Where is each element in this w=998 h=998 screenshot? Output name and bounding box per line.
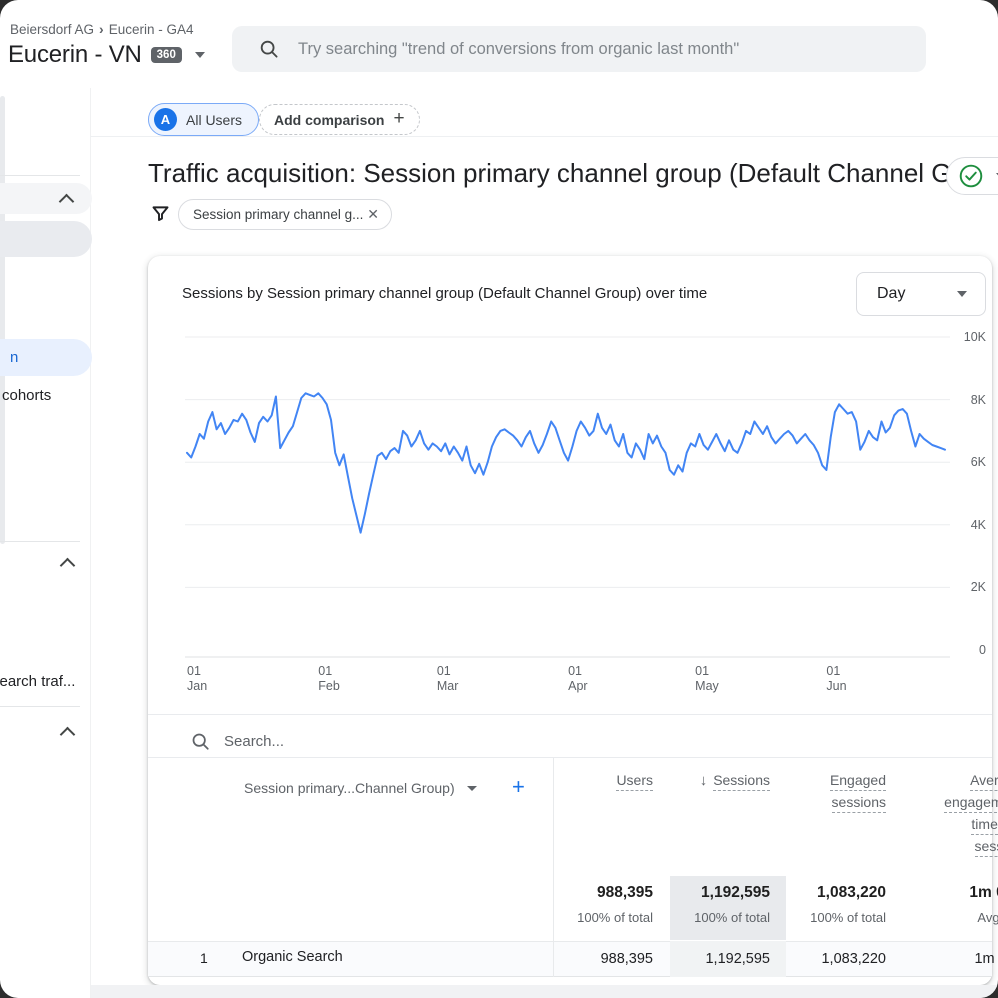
sessions-line-chart xyxy=(185,325,985,670)
close-icon[interactable]: ✕ xyxy=(367,206,379,223)
sidebar-section-divider xyxy=(0,541,80,542)
filter-icon xyxy=(150,203,171,229)
x-axis-tick: 01May xyxy=(695,664,719,694)
sessions-series-line xyxy=(187,393,945,532)
divider xyxy=(90,136,998,137)
x-axis-tick: 01Jan xyxy=(187,664,207,694)
page-title: Traffic acquisition: Session primary cha… xyxy=(148,158,998,189)
filter-chip-label: Session primary channel g... xyxy=(193,207,363,222)
sidebar-section-divider xyxy=(0,706,80,707)
y-axis-tick: 6K xyxy=(952,455,986,469)
column-users: Users 988,395 100% of total 988,395 xyxy=(533,758,653,977)
breadcrumb-account[interactable]: Beiersdorf AG xyxy=(10,22,94,37)
breadcrumb: Beiersdorf AG›Eucerin - GA4 xyxy=(10,21,194,37)
sidebar-scrollbar[interactable] xyxy=(0,96,5,544)
plus-icon: + xyxy=(393,108,404,130)
chevron-right-icon: › xyxy=(94,21,109,37)
add-dimension-button[interactable]: + xyxy=(512,774,525,800)
table-search-icon xyxy=(190,731,211,757)
chart-gridlines xyxy=(185,337,950,587)
row-channel-name: Organic Search xyxy=(242,949,343,965)
all-users-label: All Users xyxy=(186,112,242,128)
breadcrumb-property[interactable]: Eucerin - GA4 xyxy=(109,22,194,37)
column-header-avg-time[interactable]: session xyxy=(975,838,998,857)
chevron-up-icon xyxy=(59,194,75,210)
column-header-avg-time[interactable]: Average xyxy=(970,772,998,791)
column-avg-engagement-time: Average engagement time per session 1m 0… xyxy=(862,758,998,977)
x-axis-tick: 01Apr xyxy=(568,664,587,694)
chart-title: Sessions by Session primary channel grou… xyxy=(182,285,707,302)
y-axis-tick: 8K xyxy=(952,393,986,407)
row-rank: 1 xyxy=(200,950,208,966)
x-axis-tick: 01Feb xyxy=(318,664,340,694)
search-placeholder: Try searching "trend of conversions from… xyxy=(298,40,739,59)
y-axis-tick: 10K xyxy=(952,330,986,344)
global-search-input[interactable]: Try searching "trend of conversions from… xyxy=(232,26,926,72)
total-avg-time: 1m 03s xyxy=(969,884,998,902)
x-axis-tick: 01Jun xyxy=(826,664,846,694)
audience-a-icon: A xyxy=(154,108,177,131)
sort-descending-icon: ↓ xyxy=(700,772,708,789)
page-background-strip xyxy=(91,985,998,998)
check-circle-icon xyxy=(958,163,984,189)
dimension-header-label: Session primary...Channel Group) xyxy=(244,780,455,796)
chevron-up-icon[interactable] xyxy=(60,558,76,574)
chevron-down-icon xyxy=(957,291,967,297)
add-comparison-button[interactable]: Add comparison + xyxy=(259,104,420,135)
chevron-down-icon xyxy=(195,52,205,58)
cell-avg-time: 1m 03s xyxy=(974,951,998,967)
total-avg-time-sub: Avg 0% xyxy=(977,910,998,925)
column-header-avg-time[interactable]: engagement xyxy=(944,794,998,813)
y-axis-tick: 2K xyxy=(952,580,986,594)
sidebar-item-search-traffic[interactable]: search traf... xyxy=(0,673,75,690)
column-header-avg-time[interactable]: time per xyxy=(971,816,998,835)
active-filter-chip[interactable]: Session primary channel g... ✕ xyxy=(178,199,392,230)
sidebar-item-acquisition[interactable]: n xyxy=(0,339,92,376)
add-comparison-label: Add comparison xyxy=(274,112,384,128)
chevron-down-icon xyxy=(467,786,477,791)
data-quality-badge[interactable] xyxy=(946,157,998,195)
sidebar-item-selected[interactable] xyxy=(0,221,92,257)
y-axis-tick: 0 xyxy=(952,643,986,657)
ga360-badge: 360 xyxy=(151,47,182,64)
chevron-up-icon[interactable] xyxy=(60,727,76,743)
dimension-header-dropdown[interactable]: Session primary...Channel Group) xyxy=(244,780,477,796)
y-axis-tick: 4K xyxy=(952,518,986,532)
table-search-input[interactable]: Search... xyxy=(224,733,284,750)
property-selector[interactable]: Eucerin - VN 360 xyxy=(8,41,205,69)
granularity-value: Day xyxy=(877,285,905,303)
sidebar-section-divider xyxy=(0,175,80,176)
x-axis-tick: 01Mar xyxy=(437,664,459,694)
search-icon xyxy=(258,38,280,60)
sidebar-divider xyxy=(90,88,91,998)
divider xyxy=(148,714,992,715)
sidebar-section-header[interactable] xyxy=(0,183,92,214)
property-name: Eucerin - VN xyxy=(8,41,142,69)
sidebar-item-label: n xyxy=(10,349,18,366)
all-users-chip[interactable]: A All Users xyxy=(148,103,259,136)
app-window: Beiersdorf AG›Eucerin - GA4 Eucerin - VN… xyxy=(0,0,998,998)
sidebar-item-cohorts[interactable]: cohorts xyxy=(2,387,51,404)
granularity-select[interactable]: Day xyxy=(856,272,986,316)
